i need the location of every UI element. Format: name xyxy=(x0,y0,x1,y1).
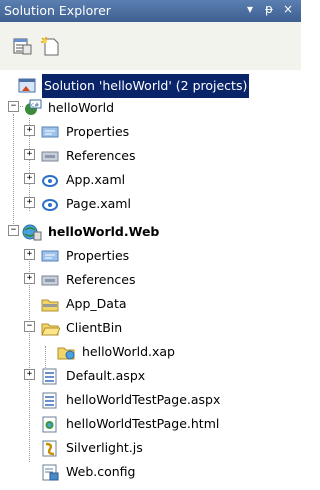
tree-node-label: App.xaml xyxy=(66,172,126,187)
config-file-icon xyxy=(42,464,59,481)
tree-guide-line xyxy=(45,346,46,368)
tree-node-label: App_Data xyxy=(66,296,127,311)
tree-node-label: Silverlight.js xyxy=(66,440,143,455)
collapse-toggle[interactable]: − xyxy=(8,225,19,236)
aspx-file-icon xyxy=(42,392,57,409)
expand-toggle[interactable]: + xyxy=(24,197,35,208)
show-all-files-button[interactable] xyxy=(40,36,62,58)
references-icon xyxy=(41,275,59,286)
expand-toggle[interactable]: + xyxy=(24,149,35,160)
references-icon xyxy=(41,151,59,162)
tree-node-label: helloWorldTestPage.html xyxy=(66,416,220,431)
tree-node-label: References xyxy=(66,148,136,163)
collapse-toggle[interactable]: − xyxy=(8,101,19,112)
tree-node-label: ClientBin xyxy=(66,320,123,335)
expand-toggle[interactable]: + xyxy=(24,273,35,284)
solution-icon xyxy=(18,78,36,93)
expand-toggle[interactable]: + xyxy=(24,125,35,136)
expand-toggle[interactable]: + xyxy=(24,173,35,184)
tree-node-label: helloWorld.xap xyxy=(82,344,175,359)
tree-node-label: Properties xyxy=(66,124,130,139)
properties-folder-icon xyxy=(41,126,59,138)
html-file-icon xyxy=(42,416,57,433)
tree-node-label: Default.aspx xyxy=(66,368,146,383)
properties-folder-icon xyxy=(41,250,59,262)
window-title: Solution Explorer xyxy=(4,3,111,18)
tree-node-label: Web.config xyxy=(66,464,136,479)
tree-node-label: helloWorldTestPage.aspx xyxy=(66,392,221,407)
collapse-toggle[interactable]: − xyxy=(24,321,35,332)
show-all-files-icon xyxy=(41,37,59,56)
csharp-project-icon: c# xyxy=(25,99,42,115)
xaml-file-icon xyxy=(42,175,58,187)
folder-icon xyxy=(41,299,59,312)
solution-explorer-titlebar: Solution Explorer ▾ ᵽ × xyxy=(0,0,301,22)
aspx-file-icon xyxy=(42,368,57,385)
expand-toggle[interactable]: + xyxy=(24,369,35,380)
folder-xap-icon xyxy=(57,347,75,360)
svg-text:c#: c# xyxy=(31,102,39,109)
xaml-file-icon xyxy=(42,199,58,211)
web-project-icon xyxy=(22,224,42,241)
properties-button[interactable] xyxy=(12,36,34,58)
tree-node-label: helloWorld.Web xyxy=(48,224,160,239)
open-folder-icon xyxy=(41,323,60,336)
close-button[interactable]: × xyxy=(283,2,293,16)
tree-guide-line xyxy=(13,114,14,234)
tree-node-label: Page.xaml xyxy=(66,196,131,211)
tree-node-label: Properties xyxy=(66,248,130,263)
tree-node-label: References xyxy=(66,272,136,287)
solution-tree: Solution 'helloWorld' (2 projects) − c# … xyxy=(8,70,301,490)
tree-node-label: Solution 'helloWorld' (2 projects) xyxy=(42,74,250,98)
toolbar xyxy=(0,22,301,70)
tree-node-label: helloWorld xyxy=(48,100,115,115)
properties-icon xyxy=(13,38,32,55)
expand-toggle[interactable]: + xyxy=(24,249,35,260)
javascript-file-icon xyxy=(42,440,57,457)
window-menu-button[interactable]: ▾ xyxy=(247,2,253,16)
pin-button[interactable]: ᵽ xyxy=(265,2,273,16)
